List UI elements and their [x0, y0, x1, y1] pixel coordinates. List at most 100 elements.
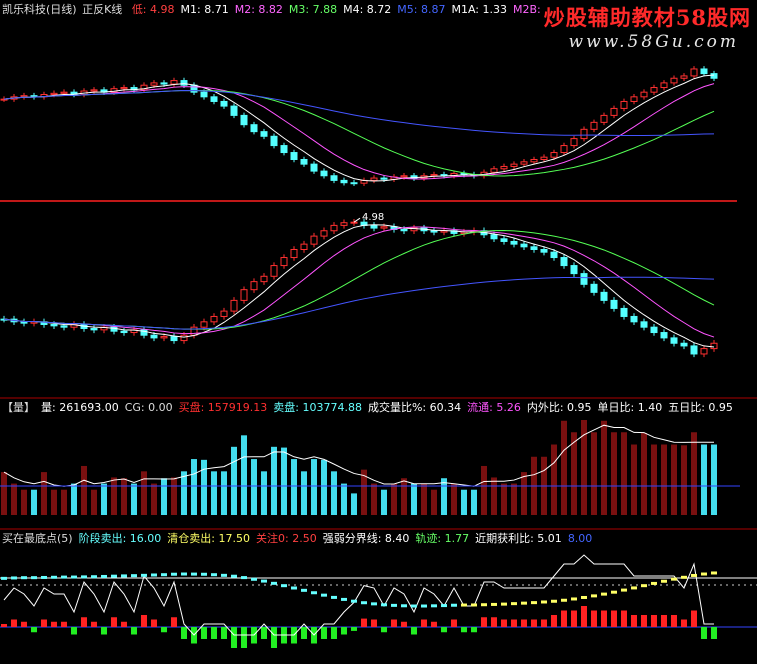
indicator-red-bar: [81, 617, 87, 627]
volume-bar: [401, 478, 407, 515]
indicator-green-bar: [131, 627, 137, 635]
volume-bar: [431, 489, 437, 515]
volume-bar: [671, 444, 677, 515]
indicator-track-dash: [11, 576, 17, 580]
mirror-candle-body: [300, 243, 308, 250]
upper-candle-body: [340, 179, 348, 184]
mirror-candle-body: [620, 307, 628, 317]
upper-candle-body: [370, 177, 378, 181]
indicator-track-dash: [301, 588, 307, 592]
indicator-header-item-4: 强弱分界线: 8.40: [322, 532, 410, 545]
volume-header-item-1: 量: 261693.00: [41, 401, 119, 414]
price-header-item-2: M2: 8.82: [234, 3, 283, 16]
volume-header-item-5: 成交量比%: 60.34: [367, 401, 462, 414]
volume-bar: [391, 483, 397, 515]
volume-bar: [261, 471, 267, 515]
volume-bar: [291, 459, 297, 515]
mirror-candle-body: [220, 310, 228, 317]
volume-bar: [301, 471, 307, 515]
upper-candle-body: [20, 95, 28, 98]
indicator-track-dash: [651, 581, 657, 585]
upper-candle-body: [700, 68, 708, 75]
volume-bar: [471, 489, 477, 515]
indicator-red-bar: [151, 619, 157, 627]
indicator-green-bar: [261, 627, 267, 639]
indicator-header-item-1: 阶段卖出: 16.00: [78, 532, 162, 545]
mirror-candle-body: [400, 228, 408, 232]
indicator-track-dash: [381, 603, 387, 607]
indicator-green-bar: [471, 627, 477, 633]
upper-candle-body: [120, 87, 128, 90]
indicator-track-dash: [341, 597, 347, 601]
volume-bar: [71, 483, 77, 515]
mirror-candle-body: [170, 336, 178, 342]
indicator-track-dash: [101, 574, 107, 578]
indicator-red-bar: [521, 619, 527, 627]
upper-candle-body: [520, 161, 528, 165]
volume-header-item-3: 买盘: 157919.13: [178, 401, 268, 414]
volume-bar: [621, 432, 627, 515]
indicator-track-dash: [451, 603, 457, 607]
indicator-track-dash: [21, 576, 27, 580]
indicator-track-dash: [81, 575, 87, 579]
volume-header-item-6: 流通: 5.26: [467, 401, 521, 414]
volume-bar: [41, 472, 47, 515]
watermark-title: 炒股辅助教材58股网: [543, 5, 751, 30]
indicator-track-dash: [401, 604, 407, 608]
upper-candle-body: [640, 91, 648, 98]
upper-candle-body: [60, 91, 68, 94]
indicator-red-bar: [651, 615, 657, 627]
indicator-track-dash: [631, 586, 637, 590]
indicator-track-dash: [421, 604, 427, 608]
upper-candle-body: [540, 156, 548, 161]
indicator-red-bar: [631, 615, 637, 627]
indicator-track-dash: [471, 603, 477, 607]
indicator-name: 正反K线: [82, 3, 123, 16]
mirror-candle-body: [510, 240, 518, 245]
indicator-header-item-5: 轨迹: 1.77: [415, 532, 470, 545]
volume-bar: [411, 483, 417, 515]
mirror-candle-body: [660, 332, 668, 339]
indicator-red-bar: [571, 610, 577, 627]
indicator-track-dash: [461, 603, 467, 607]
volume-bar: [521, 472, 527, 515]
volume-bar: [641, 433, 647, 515]
indicator-green-bar: [441, 627, 447, 633]
indicator-red-bar: [581, 606, 587, 627]
volume-bar: [591, 432, 597, 515]
volume-bar: [611, 432, 617, 515]
stock-chart: 4.98: [0, 66, 757, 648]
upper-candle-body: [160, 82, 168, 85]
volume-bar: [451, 483, 457, 515]
volume-bar: [101, 483, 107, 515]
upper-candle-body: [400, 175, 408, 178]
mirror-candle-body: [200, 321, 208, 328]
indicator-red-bar: [451, 619, 457, 627]
upper-candle-body: [710, 73, 718, 79]
indicator-green-bar: [71, 627, 77, 635]
indicator-red-bar: [661, 615, 667, 627]
indicator-header-item-7: 8.00: [567, 532, 593, 545]
volume-bar: [551, 444, 557, 515]
mirror-candle-body: [190, 326, 198, 336]
upper-candle-body: [170, 80, 178, 85]
mirror-candle-body: [290, 249, 298, 259]
indicator-green-bar: [221, 627, 227, 639]
mirror-candle-body: [500, 238, 508, 242]
indicator-track-dash: [531, 601, 537, 605]
indicator-red-bar: [41, 619, 47, 627]
mirror-candle-body: [210, 315, 218, 323]
mirror-candle-body: [340, 222, 348, 226]
indicator-red-bar: [611, 610, 617, 627]
indicator-track-dash: [41, 575, 47, 579]
indicator-red-bar: [391, 619, 397, 627]
mirror-candle-body: [520, 243, 528, 248]
volume-bar: [681, 445, 687, 515]
indicator-red-bar: [111, 617, 117, 627]
indicator-header-item-2: 清仓卖出: 17.50: [167, 532, 250, 545]
volume-bar: [701, 444, 707, 515]
mirror-candle-body: [370, 224, 378, 229]
mirror-candle-body: [20, 321, 28, 324]
indicator-track-dash: [491, 602, 497, 606]
upper-candle-body: [590, 121, 598, 130]
